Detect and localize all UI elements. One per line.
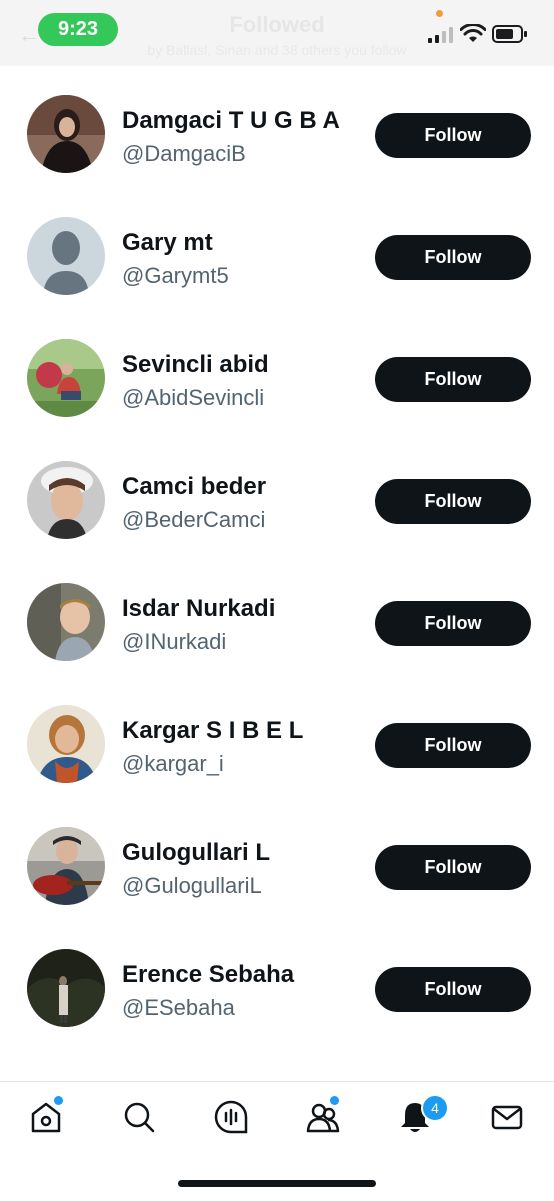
messages-icon[interactable] [490, 1100, 524, 1134]
follow-button[interactable]: Follow [375, 967, 531, 1012]
user-row[interactable]: Damgaci T U G B A @DamgaciB Follow [0, 66, 554, 188]
user-handle: @Garymt5 [122, 263, 229, 288]
user-name: Camci beder [122, 473, 267, 500]
search-icon[interactable] [122, 1100, 156, 1134]
user-row[interactable]: Gary mt @Garymt5 Follow [0, 188, 554, 310]
user-row[interactable]: Kargar S I B E L @kargar_i Follow [0, 676, 554, 798]
status-time: 9:23 [38, 13, 118, 46]
communities-new-indicator [330, 1096, 339, 1105]
user-handle: @BederCamci [122, 507, 266, 532]
follow-button[interactable]: Follow [375, 113, 531, 158]
avatar[interactable] [27, 461, 105, 539]
user-handle: @GulogullariL [122, 873, 262, 898]
follow-button[interactable]: Follow [375, 845, 531, 890]
follow-button[interactable]: Follow [375, 235, 531, 280]
battery-icon [492, 25, 527, 43]
cellular-signal-icon [428, 27, 453, 43]
wifi-icon [460, 24, 486, 42]
follow-button[interactable]: Follow [375, 357, 531, 402]
status-bar: Followed by Ballasl, Sinan and 38 others… [0, 0, 554, 66]
user-name: Gulogullari L [122, 839, 270, 866]
spaces-icon[interactable] [214, 1100, 248, 1134]
user-name: Sevincli abid [122, 351, 269, 378]
user-row[interactable]: Camci beder @BederCamci Follow [0, 432, 554, 554]
avatar[interactable] [27, 217, 105, 295]
user-row[interactable]: Erence Sebaha @ESebaha Follow [0, 920, 554, 1042]
avatar[interactable] [27, 339, 105, 417]
avatar[interactable] [27, 827, 105, 905]
user-name: Gary mt [122, 229, 213, 256]
user-row[interactable]: Gulogullari L @GulogullariL Follow [0, 798, 554, 920]
follow-button[interactable]: Follow [375, 723, 531, 768]
user-handle: @INurkadi [122, 629, 227, 654]
user-handle: @AbidSevincli [122, 385, 265, 410]
user-row[interactable]: Sevincli abid @AbidSevincli Follow [0, 310, 554, 432]
home-indicator[interactable] [178, 1180, 376, 1187]
back-arrow-icon[interactable]: ← [18, 24, 40, 46]
avatar[interactable] [27, 583, 105, 661]
user-handle: @ESebaha [122, 995, 235, 1020]
avatar[interactable] [27, 95, 105, 173]
home-new-indicator [54, 1096, 63, 1105]
follow-button[interactable]: Follow [375, 479, 531, 524]
follow-button[interactable]: Follow [375, 601, 531, 646]
user-name: Isdar Nurkadi [122, 595, 276, 622]
notifications-badge: 4 [421, 1094, 449, 1122]
user-name: Erence Sebaha [122, 961, 295, 988]
user-row[interactable]: Isdar Nurkadi @INurkadi Follow [0, 554, 554, 676]
user-handle: @DamgaciB [122, 141, 246, 166]
avatar[interactable] [27, 949, 105, 1027]
communities-icon[interactable] [306, 1100, 340, 1134]
user-name: Kargar S I B E L [122, 717, 304, 744]
privacy-indicator-icon [436, 10, 443, 17]
home-icon[interactable] [29, 1100, 63, 1134]
avatar[interactable] [27, 705, 105, 783]
user-handle: @kargar_i [122, 751, 224, 776]
user-name: Damgaci T U G B A [122, 107, 340, 134]
